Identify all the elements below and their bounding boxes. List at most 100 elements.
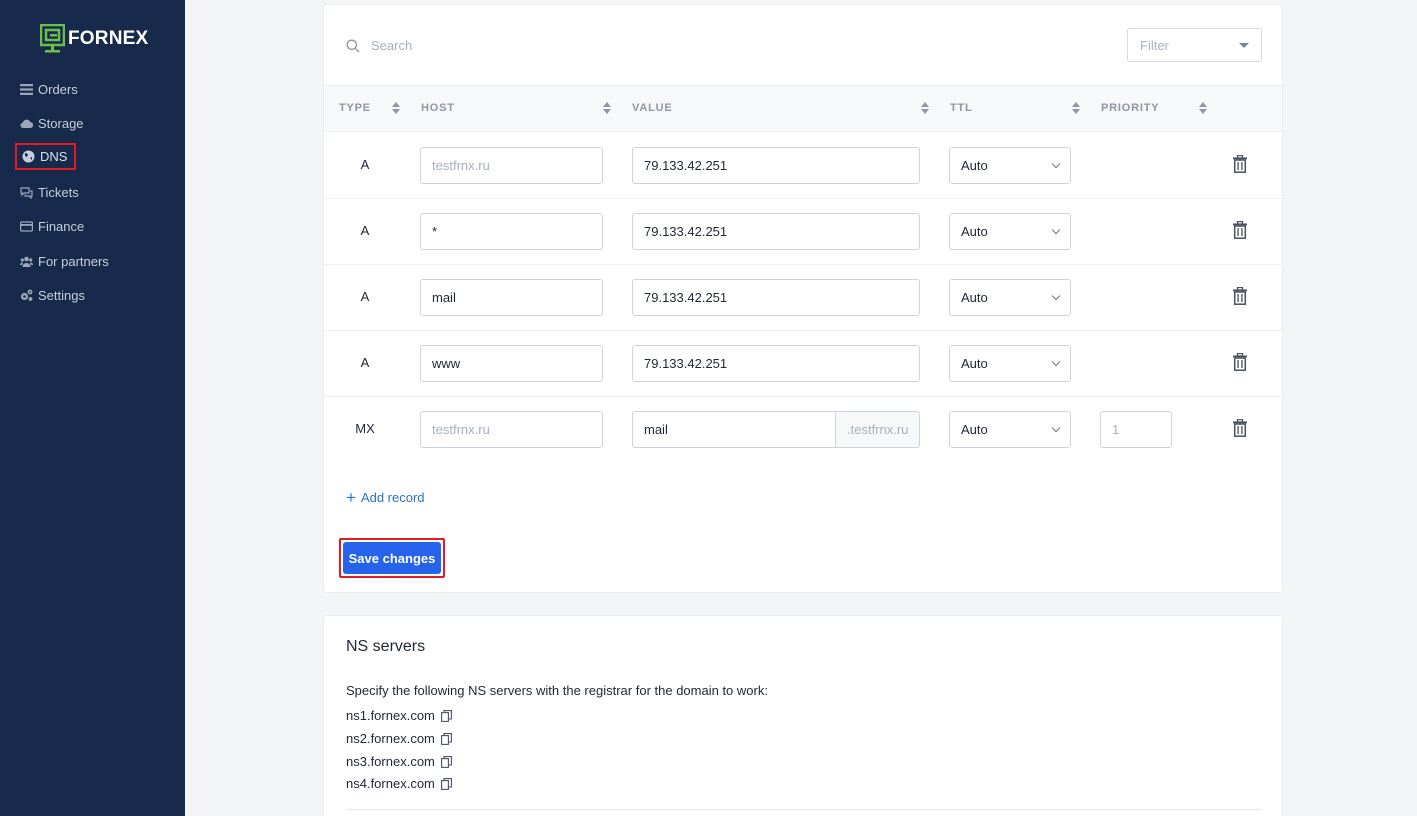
- search-bar: [346, 38, 671, 53]
- sidebar-item-label: Settings: [38, 287, 85, 303]
- record-type: A: [360, 289, 370, 304]
- trash-icon[interactable]: [1232, 419, 1248, 437]
- chevron-down-icon: [1051, 423, 1061, 433]
- ns-server-item: ns4.fornex.com: [346, 776, 452, 791]
- ttl-select[interactable]: Auto: [949, 213, 1071, 250]
- record-type: A: [360, 223, 370, 238]
- add-record-link[interactable]: + Add record: [346, 489, 425, 506]
- value-input[interactable]: [632, 345, 920, 382]
- caret-down-icon: [1239, 42, 1249, 48]
- plus-icon: +: [346, 488, 356, 507]
- sidebar-item-tickets[interactable]: Tickets: [20, 179, 79, 205]
- ttl-value: Auto: [961, 224, 988, 239]
- copy-icon[interactable]: [440, 732, 452, 745]
- table-row: A Auto: [324, 133, 1282, 199]
- sidebar: FORNEX Orders Storage DNS Tickets Financ…: [0, 0, 185, 816]
- record-type: MX: [355, 421, 375, 436]
- sort-icon[interactable]: [392, 102, 400, 114]
- sidebar-item-storage[interactable]: Storage: [20, 110, 84, 136]
- value-input[interactable]: [632, 279, 920, 316]
- column-header-ttl[interactable]: TTL: [950, 102, 973, 114]
- host-input[interactable]: [420, 213, 603, 250]
- chevron-down-icon: [1051, 357, 1061, 367]
- trash-icon[interactable]: [1232, 221, 1248, 239]
- ttl-value: Auto: [961, 290, 988, 305]
- sort-icon[interactable]: [921, 102, 929, 114]
- chat-icon: [20, 186, 33, 199]
- column-header-host[interactable]: HOST: [421, 102, 455, 114]
- list-icon: [20, 83, 33, 95]
- sort-icon[interactable]: [1199, 102, 1207, 114]
- copy-icon[interactable]: [440, 709, 452, 722]
- ttl-select[interactable]: Auto: [949, 279, 1071, 316]
- sidebar-item-label: Tickets: [38, 184, 79, 200]
- ttl-value: Auto: [961, 158, 988, 173]
- trash-icon[interactable]: [1232, 287, 1248, 305]
- chevron-down-icon: [1051, 291, 1061, 301]
- search-icon: [346, 39, 360, 52]
- globe-icon: [22, 150, 35, 163]
- filter-select[interactable]: Filter: [1127, 28, 1262, 62]
- host-input[interactable]: [420, 345, 603, 382]
- column-header-value[interactable]: VALUE: [632, 102, 672, 114]
- sidebar-item-orders[interactable]: Orders: [20, 76, 78, 102]
- chevron-down-icon: [1051, 159, 1061, 169]
- sidebar-item-finance[interactable]: Finance: [20, 213, 84, 239]
- dns-records-card: Filter TYPE HOST VALUE TTL PRIORITY A Au…: [323, 4, 1283, 593]
- table-row: A Auto: [324, 199, 1282, 265]
- value-input[interactable]: [632, 411, 836, 448]
- sidebar-item-label: Storage: [38, 115, 84, 131]
- host-input[interactable]: [420, 411, 603, 448]
- sidebar-item-label: Finance: [38, 218, 85, 234]
- trash-icon[interactable]: [1232, 353, 1248, 371]
- ns-server-name: ns1.fornex.com: [346, 708, 435, 723]
- sidebar-item-dns[interactable]: DNS: [15, 143, 77, 170]
- trash-icon[interactable]: [1232, 155, 1248, 173]
- ns-server-name: ns3.fornex.com: [346, 754, 435, 769]
- save-button-highlight: Save changes: [339, 538, 445, 578]
- table-row: A Auto: [324, 265, 1282, 331]
- ns-server-name: ns4.fornex.com: [346, 776, 435, 791]
- brand-logo[interactable]: FORNEX: [40, 24, 148, 53]
- ns-servers-title: NS servers: [346, 638, 426, 655]
- copy-icon[interactable]: [440, 777, 452, 790]
- ttl-select[interactable]: Auto: [949, 411, 1071, 448]
- sidebar-item-settings[interactable]: Settings: [20, 282, 85, 308]
- column-header-priority[interactable]: PRIORITY: [1101, 102, 1159, 114]
- ns-server-item: ns2.fornex.com: [346, 731, 452, 746]
- sidebar-item-label: Orders: [38, 81, 78, 97]
- sort-icon[interactable]: [603, 102, 611, 114]
- filter-placeholder: Filter: [1140, 37, 1169, 53]
- copy-icon[interactable]: [440, 755, 452, 768]
- sidebar-item-label: For partners: [38, 253, 109, 269]
- fornex-logo-icon: [40, 24, 65, 53]
- value-input[interactable]: [632, 213, 920, 250]
- add-record-label: Add record: [360, 490, 425, 505]
- priority-input[interactable]: [1100, 411, 1172, 448]
- sidebar-item-label: DNS: [40, 149, 68, 164]
- value-domain-suffix: .testfrnx.ru: [835, 411, 920, 448]
- record-type: A: [360, 157, 370, 172]
- sort-icon[interactable]: [1072, 102, 1080, 114]
- search-input[interactable]: [371, 38, 671, 53]
- ns-servers-description: Specify the following NS servers with th…: [346, 683, 768, 698]
- gear-icon: [20, 289, 33, 301]
- host-input[interactable]: [420, 279, 603, 316]
- table-row: A Auto: [324, 331, 1282, 397]
- host-input[interactable]: [420, 147, 603, 184]
- value-input[interactable]: [632, 147, 920, 184]
- save-changes-button[interactable]: Save changes: [343, 542, 441, 574]
- ttl-value: Auto: [961, 422, 988, 437]
- sidebar-item-for-partners[interactable]: For partners: [20, 248, 109, 274]
- ttl-select[interactable]: Auto: [949, 147, 1071, 184]
- brand-name: FORNEX: [68, 27, 149, 49]
- table-row: MX .testfrnx.ru Auto: [324, 397, 1282, 463]
- users-icon: [20, 256, 33, 267]
- record-type: A: [360, 355, 370, 370]
- ttl-value: Auto: [961, 356, 988, 371]
- ns-server-item: ns3.fornex.com: [346, 754, 452, 769]
- column-header-type[interactable]: TYPE: [339, 102, 371, 114]
- divider: [346, 809, 1262, 810]
- ns-server-name: ns2.fornex.com: [346, 731, 435, 746]
- ttl-select[interactable]: Auto: [949, 345, 1071, 382]
